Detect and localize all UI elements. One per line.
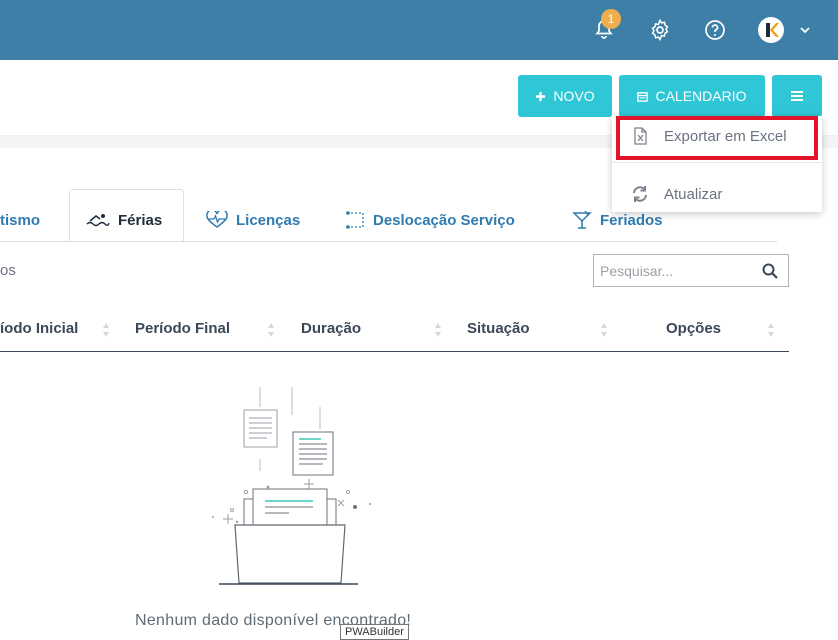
top-navigation-bar: 1: [0, 0, 838, 60]
tab-licencas[interactable]: Licenças: [206, 200, 300, 240]
highlight-box: [616, 116, 818, 160]
sort-icon[interactable]: [767, 320, 775, 340]
menu-divider: [612, 162, 822, 163]
column-opcoes[interactable]: Opções: [666, 320, 721, 337]
chevron-down-icon[interactable]: [799, 24, 811, 36]
notification-badge: 1: [601, 9, 621, 29]
column-periodo-final[interactable]: Período Final: [135, 320, 230, 337]
tab-label: tismo: [0, 211, 41, 229]
calendar-icon: [637, 91, 649, 102]
route-icon: [346, 211, 364, 229]
menu-item-label: Atualizar: [664, 185, 723, 203]
tab-label: Licenças: [236, 211, 301, 229]
gear-icon[interactable]: [648, 18, 672, 42]
tab-absentismo[interactable]: tismo: [0, 200, 40, 240]
swimmer-icon: [86, 214, 110, 227]
tab-ferias[interactable]: Férias: [86, 200, 162, 240]
menu-item-refresh[interactable]: Atualizar: [612, 174, 822, 214]
menu-button[interactable]: [772, 75, 822, 117]
calendar-button-label: CALENDARIO: [655, 88, 747, 104]
column-situacao[interactable]: Situação: [467, 320, 530, 337]
table-header: íodo Inicial Período Final Duração Situa…: [0, 310, 789, 352]
column-periodo-inicial[interactable]: íodo Inicial: [0, 320, 78, 337]
search-placeholder: Pesquisar...: [600, 263, 674, 279]
sort-icon[interactable]: [600, 320, 608, 340]
cocktail-icon: [572, 210, 592, 229]
tab-label: Deslocação Serviço: [373, 211, 515, 229]
search-icon[interactable]: [762, 263, 778, 279]
tabs-border: [0, 241, 777, 242]
sort-icon[interactable]: [102, 320, 110, 340]
tab-deslocacao-servico[interactable]: Deslocação Serviço: [345, 200, 515, 240]
tab-label: Feriados: [600, 211, 663, 229]
refresh-icon: [633, 186, 647, 202]
search-input[interactable]: Pesquisar...: [593, 254, 789, 287]
heartbeat-icon: [206, 211, 228, 228]
hamburger-icon: [791, 91, 803, 101]
new-button[interactable]: NOVO: [518, 75, 612, 117]
sort-icon[interactable]: [267, 320, 275, 340]
help-icon[interactable]: [703, 18, 727, 42]
calendar-button[interactable]: CALENDARIO: [619, 75, 765, 117]
tab-label: Férias: [118, 211, 163, 229]
column-duracao[interactable]: Duração: [301, 320, 361, 337]
avatar[interactable]: [758, 17, 784, 43]
empty-folder-illustration: [212, 387, 371, 585]
entries-label: os: [0, 262, 16, 279]
sort-icon[interactable]: [434, 320, 442, 340]
k-logo-icon: [766, 23, 779, 37]
new-button-label: NOVO: [553, 88, 595, 104]
plus-icon: [536, 91, 546, 101]
